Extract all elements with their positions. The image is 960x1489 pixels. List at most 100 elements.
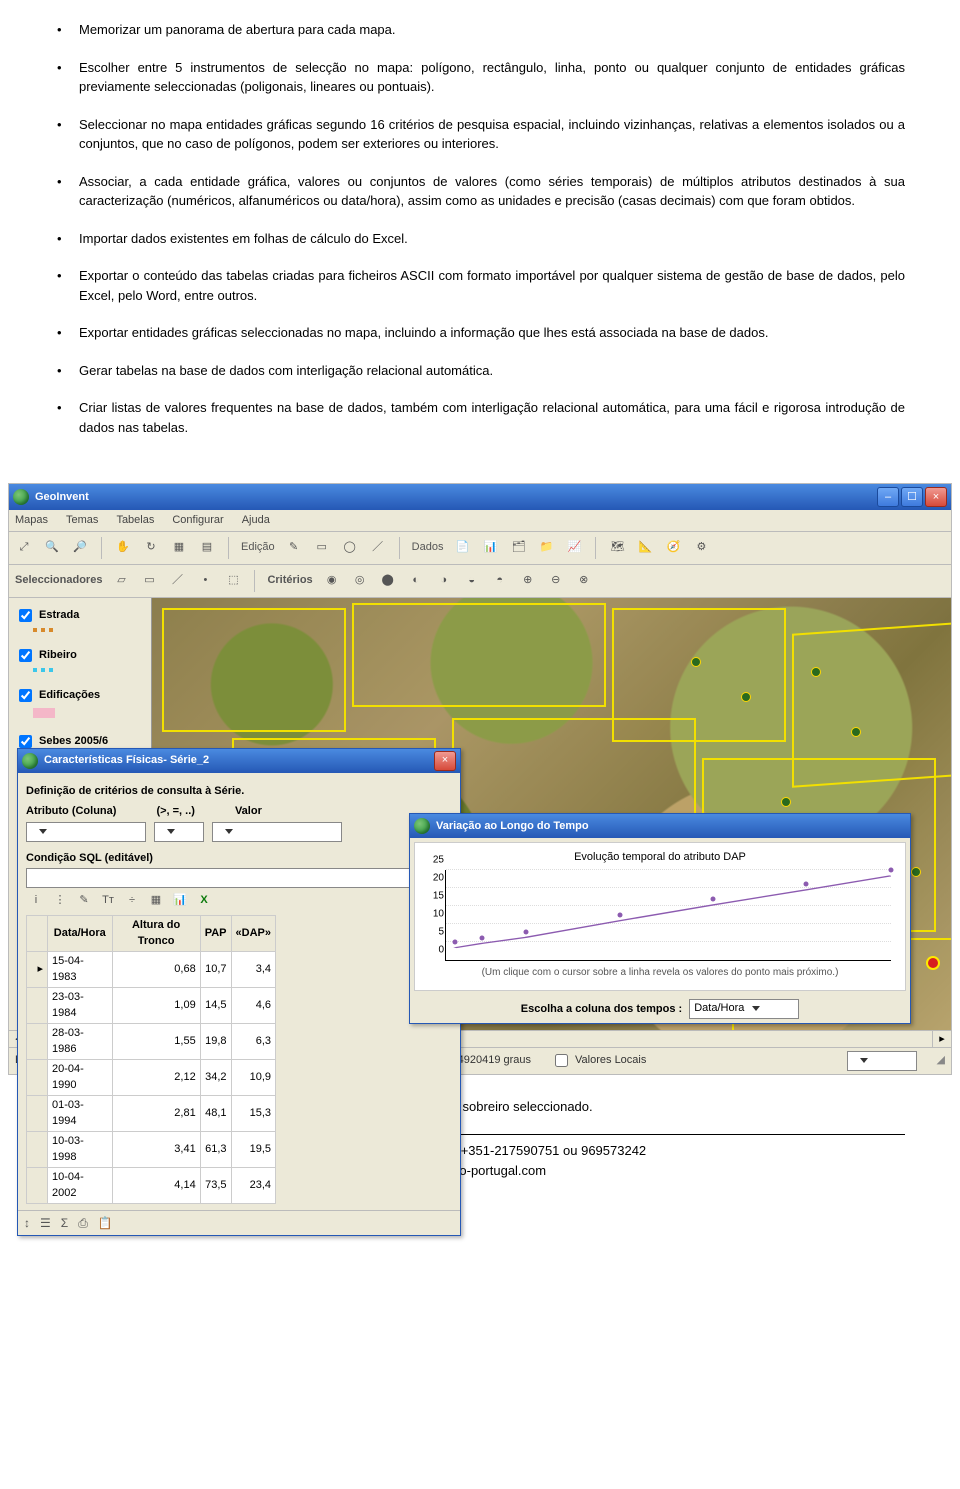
valor-combo[interactable] xyxy=(212,822,342,842)
th[interactable]: PAP xyxy=(200,915,231,951)
crit-icon[interactable]: ⊗ xyxy=(575,572,593,590)
layer-item[interactable]: Edificações xyxy=(15,686,145,718)
crit-icon[interactable]: ⊖ xyxy=(547,572,565,590)
data-icon[interactable]: 📄 xyxy=(453,539,471,557)
table-row[interactable]: 10-04-20024,1473,523,4 xyxy=(27,1167,276,1203)
select-rect-icon[interactable]: ▭ xyxy=(140,572,158,590)
tool-icon[interactable]: 📐 xyxy=(636,539,654,557)
tool-icon[interactable]: ⎙ xyxy=(78,1214,88,1232)
minimize-button[interactable]: – xyxy=(877,487,899,507)
characteristics-dialog[interactable]: Características Físicas- Série_2 × Defin… xyxy=(17,748,461,1236)
menubar[interactable]: Mapas Temas Tabelas Configurar Ajuda xyxy=(9,510,951,532)
crit-icon[interactable]: ◒ xyxy=(463,572,481,590)
chart-point[interactable] xyxy=(711,897,716,902)
table-row[interactable]: 01-03-19942,8148,115,3 xyxy=(27,1095,276,1131)
chart-point[interactable] xyxy=(617,913,622,918)
time-column-combo[interactable]: Data/Hora xyxy=(689,999,799,1019)
crit-icon[interactable]: ⬤ xyxy=(379,572,397,590)
tool-icon[interactable]: ✎ xyxy=(76,892,92,909)
select-line-icon[interactable]: ／ xyxy=(168,572,186,590)
status-combo[interactable] xyxy=(847,1051,917,1071)
layer-checkbox[interactable] xyxy=(19,689,32,702)
crit-icon[interactable]: ◎ xyxy=(351,572,369,590)
excel-icon[interactable]: X xyxy=(196,892,212,909)
table-row[interactable]: 28-03-19861,5519,86,3 xyxy=(27,1023,276,1059)
menu-temas[interactable]: Temas xyxy=(66,512,98,529)
tool-icon[interactable]: ÷ xyxy=(124,892,140,909)
layer-checkbox[interactable] xyxy=(19,649,32,662)
zoom-out-icon[interactable]: 🔎 xyxy=(71,539,89,557)
table-row[interactable]: 10-03-19983,4161,319,5 xyxy=(27,1131,276,1167)
select-set-icon[interactable]: ⬚ xyxy=(224,572,242,590)
tool-icon[interactable]: ▦ xyxy=(170,539,188,557)
layer-checkbox[interactable] xyxy=(19,735,32,748)
edit-icon[interactable]: ✎ xyxy=(285,539,303,557)
dialog-titlebar[interactable]: Variação ao Longo do Tempo xyxy=(410,814,910,838)
tool-icon[interactable]: 📊 xyxy=(172,892,188,909)
data-icon[interactable]: 📊 xyxy=(481,539,499,557)
dialog-titlebar[interactable]: Características Físicas- Série_2 × xyxy=(18,749,460,773)
valores-locais-checkbox[interactable] xyxy=(555,1054,568,1067)
selected-tree-icon[interactable] xyxy=(928,958,938,968)
main-titlebar[interactable]: GeoInvent – ☐ × xyxy=(9,484,951,510)
chart-point[interactable] xyxy=(524,929,529,934)
zoom-in-icon[interactable]: 🔍 xyxy=(43,539,61,557)
tool-icon[interactable]: ▦ xyxy=(148,892,164,909)
select-point-icon[interactable]: • xyxy=(196,572,214,590)
menu-tabelas[interactable]: Tabelas xyxy=(116,512,154,529)
layer-item[interactable]: Ribeiro xyxy=(15,646,145,672)
tool-icon[interactable]: Tᴛ xyxy=(100,892,116,909)
tree-icon[interactable] xyxy=(852,728,860,736)
table-row[interactable]: 20-04-19902,1234,210,9 xyxy=(27,1059,276,1095)
refresh-icon[interactable]: ↻ xyxy=(142,539,160,557)
edit-tool-icon[interactable]: ◯ xyxy=(341,539,359,557)
th[interactable]: Altura do Tronco xyxy=(112,915,200,951)
chart-point[interactable] xyxy=(889,868,894,873)
close-button[interactable]: × xyxy=(434,751,456,771)
layer-item[interactable]: Estrada xyxy=(15,606,145,632)
chart-point[interactable] xyxy=(804,882,809,887)
data-icon[interactable]: 📁 xyxy=(537,539,555,557)
close-button[interactable]: × xyxy=(925,487,947,507)
tool-icon[interactable]: i xyxy=(28,892,44,909)
menu-ajuda[interactable]: Ajuda xyxy=(242,512,270,529)
resize-grip-icon[interactable]: ◢ xyxy=(937,1052,945,1069)
crit-icon[interactable]: ◉ xyxy=(323,572,341,590)
menu-configurar[interactable]: Configurar xyxy=(172,512,223,529)
edit-tool-icon[interactable]: ／ xyxy=(369,539,387,557)
tree-icon[interactable] xyxy=(742,693,750,701)
crit-icon[interactable]: ◓ xyxy=(491,572,509,590)
tool-icon[interactable]: ⋮ xyxy=(52,892,68,909)
crit-icon[interactable]: ◑ xyxy=(435,572,453,590)
tool-icon[interactable]: 🗺 xyxy=(608,539,626,557)
parcel[interactable] xyxy=(162,608,346,732)
sigma-icon[interactable]: Σ xyxy=(61,1214,68,1232)
table-row[interactable]: ▸15-04-19830,6810,73,4 xyxy=(27,951,276,987)
crit-icon[interactable]: ◐ xyxy=(407,572,425,590)
op-combo[interactable] xyxy=(154,822,204,842)
table-row[interactable]: 23-03-19841,0914,54,6 xyxy=(27,987,276,1023)
select-poly-icon[interactable]: ▱ xyxy=(112,572,130,590)
tool-icon[interactable]: ⚙ xyxy=(692,539,710,557)
tree-icon[interactable] xyxy=(812,668,820,676)
tree-icon[interactable] xyxy=(912,868,920,876)
th[interactable]: «DAP» xyxy=(231,915,275,951)
tree-icon[interactable] xyxy=(692,658,700,666)
chart-point[interactable] xyxy=(452,940,457,945)
sql-input[interactable] xyxy=(26,868,452,888)
chart-dialog[interactable]: Variação ao Longo do Tempo Evolução temp… xyxy=(409,813,911,1024)
tool-icon[interactable]: ▤ xyxy=(198,539,216,557)
menu-mapas[interactable]: Mapas xyxy=(15,512,48,529)
tool-icon[interactable]: 🧭 xyxy=(664,539,682,557)
edit-tool-icon[interactable]: ▭ xyxy=(313,539,331,557)
pan-icon[interactable]: ✋ xyxy=(114,539,132,557)
data-icon[interactable]: 🗂 xyxy=(509,539,527,557)
maximize-button[interactable]: ☐ xyxy=(901,487,923,507)
layer-checkbox[interactable] xyxy=(19,609,32,622)
chart-point[interactable] xyxy=(479,935,484,940)
chart-plot[interactable]: 0 5 10 15 20 25 xyxy=(445,870,891,961)
parcel[interactable] xyxy=(352,603,606,707)
th[interactable]: Data/Hora xyxy=(48,915,113,951)
crit-icon[interactable]: ⊕ xyxy=(519,572,537,590)
tool-icon[interactable]: 📋 xyxy=(98,1214,113,1232)
